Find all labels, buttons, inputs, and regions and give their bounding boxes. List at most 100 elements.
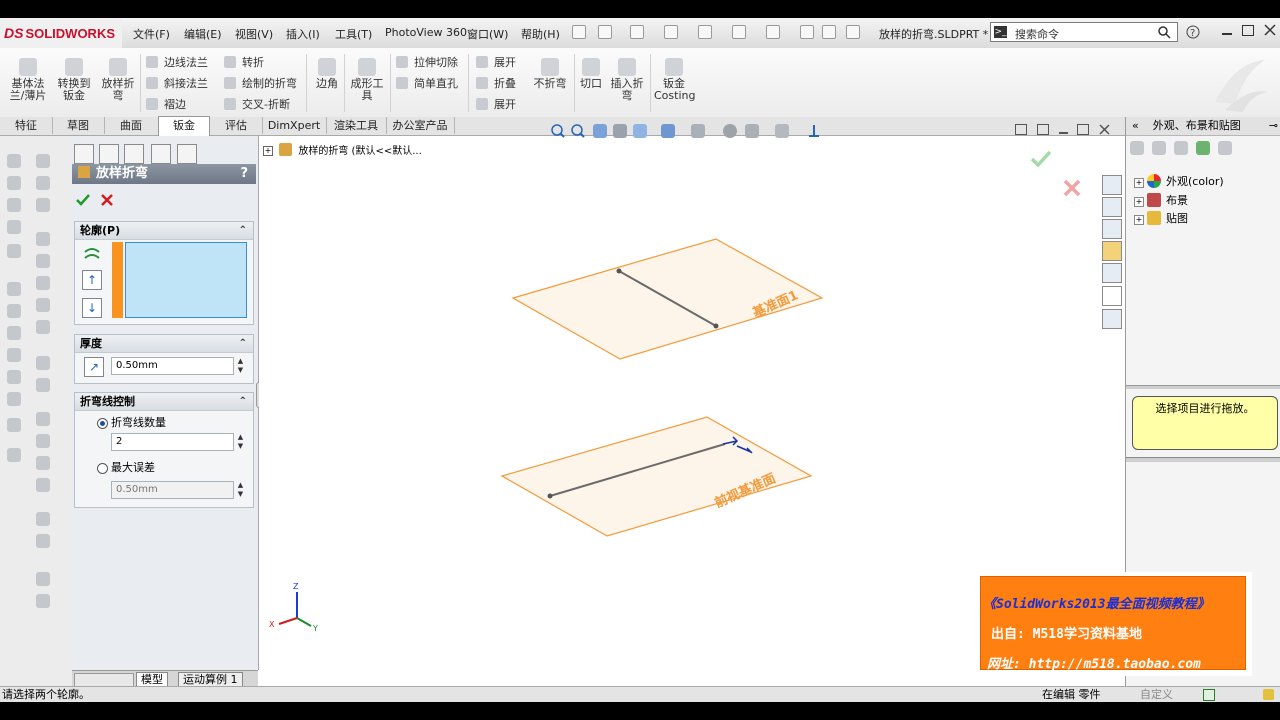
cross-break-button[interactable]: 交叉-折断 (224, 96, 290, 112)
resources-pane-icon[interactable] (1102, 175, 1122, 195)
corners-button[interactable]: 边角 (312, 58, 342, 90)
menu-photoview[interactable]: PhotoView 360 (385, 26, 467, 39)
units-dropdown[interactable]: 自定义 (1140, 687, 1173, 703)
edge-flange-button[interactable]: 边线法兰 (146, 54, 208, 70)
sketch-text-icon[interactable] (7, 348, 21, 362)
menu-view[interactable]: 视图(V) (235, 26, 273, 42)
help-icon[interactable]: ? (1186, 25, 1200, 39)
search-icon[interactable] (1158, 26, 1171, 39)
lofted-bend-button[interactable]: 放样折弯 (98, 58, 138, 102)
sketch-fillet-icon[interactable] (7, 304, 21, 318)
simple-hole-button[interactable]: 简单直孔 (396, 75, 458, 91)
expand-icon[interactable]: + (1134, 215, 1144, 225)
feature-manager-tab-icon[interactable] (74, 144, 94, 164)
menu-insert[interactable]: 插入(I) (286, 26, 320, 42)
sketch-pattern-icon[interactable] (7, 370, 21, 384)
sketch-dimension-icon[interactable] (7, 448, 21, 462)
collapse-pane-icon[interactable]: « (1132, 119, 1139, 132)
collapse-chevron-icon[interactable]: ⌃ (239, 393, 247, 410)
folder-icon[interactable] (1174, 141, 1188, 155)
max-deviation-spinner[interactable]: ▲ ▼ (235, 481, 246, 499)
split-view-icon[interactable] (1037, 124, 1049, 135)
tab-scroll-arrows[interactable] (74, 673, 134, 687)
rebuild-icon[interactable] (800, 25, 814, 39)
doc-close-icon[interactable] (1099, 124, 1110, 135)
insert-bends-button[interactable]: 插入折弯 (608, 58, 646, 102)
search-input[interactable]: >_ 搜索命令 (990, 22, 1178, 42)
doc-minimize-icon[interactable] (1059, 132, 1068, 134)
options-icon[interactable] (846, 25, 860, 39)
feature-chamfer-icon[interactable] (36, 320, 50, 334)
reference-plane-icon[interactable] (36, 512, 50, 526)
sketch-mirror-icon[interactable] (7, 220, 21, 234)
feature-hole-icon[interactable] (36, 434, 50, 448)
convert-to-sheetmetal-button[interactable]: 转换到 钣金 (54, 58, 94, 102)
move-up-button[interactable]: ↑ (82, 270, 102, 290)
hem-button[interactable]: 褶边 (146, 96, 186, 112)
restore-icon[interactable] (1242, 25, 1254, 36)
tab-evaluate[interactable]: 评估 (210, 117, 263, 134)
feature-fillet-icon[interactable] (36, 298, 50, 312)
dimxpert-manager-tab-icon[interactable] (151, 144, 171, 164)
feature-loft-icon[interactable] (36, 232, 50, 246)
undo-icon[interactable] (732, 25, 746, 39)
cancel-icon[interactable] (100, 193, 114, 207)
sketch-point-icon[interactable] (7, 198, 21, 212)
tab-render-tools[interactable]: 渲染工具 (326, 117, 387, 134)
sketched-bend-button[interactable]: 绘制的折弯 (224, 75, 297, 91)
collapse-chevron-icon[interactable]: ⌃ (239, 335, 247, 352)
help-status-icon[interactable] (1203, 689, 1215, 701)
profile-selection-box[interactable] (125, 242, 247, 318)
open-file-icon[interactable] (630, 25, 644, 39)
profile-group-header[interactable]: 轮廓(P) ⌃ (75, 222, 253, 240)
print-icon[interactable] (698, 25, 712, 39)
sketch-arc-icon[interactable] (7, 176, 21, 190)
up-folder-icon[interactable] (1218, 141, 1232, 155)
expand-icon[interactable]: + (1134, 197, 1144, 207)
extruded-cut-button[interactable]: 拉伸切除 (396, 54, 458, 70)
pin-icon[interactable] (572, 25, 586, 39)
feature-shell-icon[interactable] (36, 378, 50, 392)
home-pane-icon[interactable] (1102, 197, 1122, 217)
sketch-relations-icon[interactable] (7, 418, 21, 432)
tab-surfaces[interactable]: 曲面 (104, 117, 159, 134)
fold-button[interactable]: 折叠 (476, 75, 516, 91)
rip-button[interactable]: 切口 (576, 58, 606, 90)
feature-revolve-icon[interactable] (36, 176, 50, 190)
tree-node-decals[interactable]: + 贴图 (1134, 210, 1188, 226)
bendline-count-radio[interactable] (97, 418, 108, 429)
pane-splitter[interactable] (1126, 385, 1280, 389)
thickness-spinner[interactable]: ▲ ▼ (235, 357, 246, 375)
move-down-button[interactable]: ↓ (82, 298, 102, 318)
appearances-pane-icon[interactable] (1102, 286, 1122, 306)
feature-mirror-icon[interactable] (36, 478, 50, 492)
sketch-offset-icon[interactable] (7, 282, 21, 296)
sheetmetal-costing-button[interactable]: 钣金 Costing (654, 58, 695, 102)
tab-office-products[interactable]: 办公室产品 (386, 117, 455, 134)
tab-sketch[interactable]: 草图 (52, 117, 105, 134)
feature-extrude-icon[interactable] (36, 154, 50, 168)
unfold-button[interactable]: 展开 (476, 54, 516, 70)
feature-sweep-icon[interactable] (36, 198, 50, 212)
forming-tool-button[interactable]: 成形工具 (348, 58, 386, 102)
design-library-icon[interactable] (1102, 219, 1122, 239)
custom-properties-icon[interactable] (1102, 309, 1122, 329)
bendline-count-spinner[interactable]: ▲ ▼ (235, 433, 246, 451)
feature-boundary-icon[interactable] (36, 254, 50, 268)
tab-features[interactable]: 特征 (0, 117, 53, 134)
pm-help-icon[interactable]: ? (240, 164, 248, 184)
pane-splitter[interactable] (1126, 457, 1280, 462)
save-icon[interactable] (664, 25, 678, 39)
bendline-group-header[interactable]: 折弯线控制 ⌃ (75, 393, 253, 411)
configuration-manager-tab-icon[interactable] (124, 144, 144, 164)
select-icon[interactable] (766, 25, 780, 39)
file-properties-icon[interactable] (822, 25, 836, 39)
thickness-group-header[interactable]: 厚度 ⌃ (75, 335, 253, 353)
sketch-spline-icon[interactable] (7, 392, 21, 406)
add-folder-icon[interactable] (1152, 141, 1166, 155)
menu-edit[interactable]: 编辑(E) (184, 26, 222, 42)
minimize-icon[interactable] (1222, 33, 1232, 35)
menu-file[interactable]: 文件(F) (133, 26, 170, 42)
feature-draft-icon[interactable] (36, 412, 50, 426)
view-palette-icon[interactable] (1102, 263, 1122, 283)
